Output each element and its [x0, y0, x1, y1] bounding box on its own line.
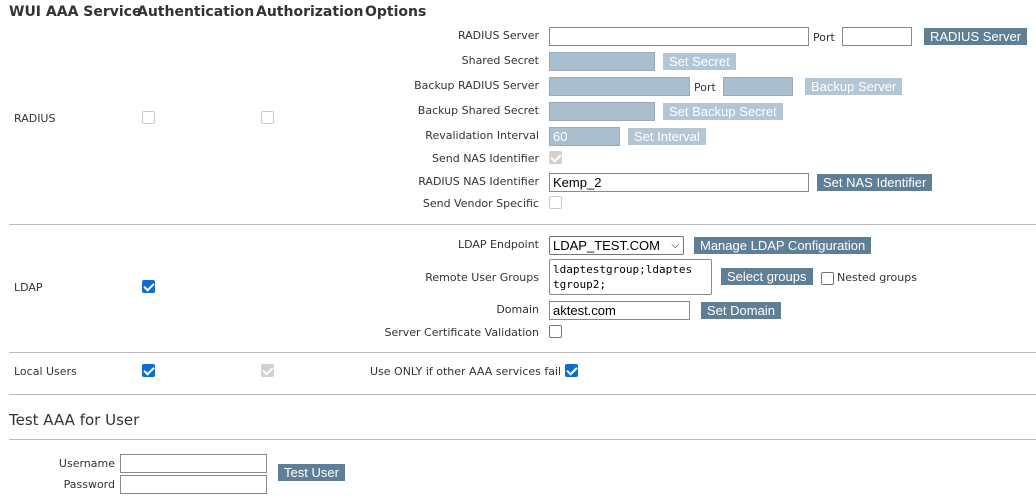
remote-user-groups-textarea[interactable]: ldaptestgroup;ldaptes tgroup2; — [549, 259, 712, 295]
server-certificate-validation-checkbox[interactable] — [549, 325, 562, 338]
username-label: Username — [58, 457, 115, 470]
local-users-authorization-checkbox[interactable] — [261, 364, 274, 377]
set-secret-button[interactable]: Set Secret — [663, 53, 736, 70]
server-certificate-validation-label: Server Certificate Validation — [384, 326, 539, 339]
test-aaa-title: Test AAA for User — [9, 411, 140, 429]
backup-port-label: Port — [694, 81, 716, 94]
section-divider — [9, 352, 1036, 353]
revalidation-interval-label: Revalidation Interval — [425, 129, 539, 142]
select-groups-button[interactable]: Select groups — [721, 268, 813, 285]
domain-label: Domain — [496, 303, 539, 316]
nested-groups-label: Nested groups — [837, 271, 917, 284]
manage-ldap-configuration-button[interactable]: Manage LDAP Configuration — [694, 237, 872, 254]
domain-input[interactable]: aktest.com — [549, 301, 690, 320]
ldap-authentication-checkbox[interactable] — [142, 280, 155, 293]
header-authorization: Authorization — [256, 4, 364, 20]
backup-shared-secret-input[interactable] — [549, 102, 655, 121]
radius-server-label: RADIUS Server — [457, 29, 539, 42]
radius-server-input[interactable] — [549, 27, 809, 46]
password-label: Password — [63, 478, 115, 491]
radius-row-label: RADIUS — [14, 112, 56, 125]
radius-authorization-checkbox[interactable] — [261, 111, 274, 124]
set-nas-identifier-button[interactable]: Set NAS Identifier — [817, 174, 933, 191]
set-backup-secret-button[interactable]: Set Backup Secret — [663, 103, 783, 120]
radius-authentication-checkbox[interactable] — [142, 111, 155, 124]
use-only-if-fail-checkbox[interactable] — [565, 364, 578, 377]
backup-shared-secret-label: Backup Shared Secret — [417, 104, 539, 117]
header-options: Options — [365, 4, 427, 20]
remote-user-groups-label: Remote User Groups — [425, 271, 539, 284]
revalidation-interval-input[interactable]: 60 — [549, 127, 620, 146]
ldap-endpoint-value: LDAP_TEST.COM — [553, 238, 660, 253]
header-wui-aaa-service: WUI AAA Service — [9, 4, 142, 20]
radius-port-input[interactable] — [842, 27, 912, 46]
test-user-button[interactable]: Test User — [278, 464, 345, 481]
backup-radius-server-input[interactable] — [549, 77, 690, 96]
radius-port-label: Port — [813, 31, 835, 44]
radius-nas-identifier-label: RADIUS NAS Identifier — [418, 175, 539, 188]
backup-port-input[interactable] — [723, 77, 793, 96]
ldap-endpoint-label: LDAP Endpoint — [457, 238, 539, 251]
backup-server-button[interactable]: Backup Server — [805, 78, 903, 95]
ldap-row-label: LDAP — [14, 281, 43, 294]
set-domain-button[interactable]: Set Domain — [701, 302, 781, 319]
header-authentication: Authentication — [137, 4, 255, 20]
chevron-down-icon: ⌵ — [671, 240, 679, 251]
local-users-authentication-checkbox[interactable] — [142, 364, 155, 377]
send-vendor-specific-label: Send Vendor Specific — [422, 197, 539, 210]
ldap-endpoint-select[interactable]: LDAP_TEST.COM ⌵ — [549, 236, 684, 255]
section-divider — [9, 224, 1036, 225]
send-vendor-specific-checkbox[interactable] — [549, 196, 562, 209]
shared-secret-input[interactable] — [549, 52, 655, 71]
shared-secret-label: Shared Secret — [461, 54, 539, 67]
radius-nas-identifier-input[interactable]: Kemp_2 — [549, 173, 809, 192]
set-interval-button[interactable]: Set Interval — [628, 128, 706, 145]
use-only-if-fail-label: Use ONLY if other AAA services fail — [370, 365, 562, 378]
section-divider — [9, 394, 1036, 395]
radius-server-button[interactable]: RADIUS Server — [924, 28, 1028, 45]
nested-groups-checkbox[interactable] — [821, 272, 834, 285]
username-input[interactable] — [120, 454, 267, 473]
backup-radius-server-label: Backup RADIUS Server — [414, 79, 539, 92]
local-users-row-label: Local Users — [14, 365, 77, 378]
send-nas-identifier-label: Send NAS Identifier — [432, 152, 539, 165]
section-divider — [9, 439, 1036, 440]
send-nas-identifier-checkbox[interactable] — [549, 151, 562, 164]
password-input[interactable] — [120, 475, 267, 494]
